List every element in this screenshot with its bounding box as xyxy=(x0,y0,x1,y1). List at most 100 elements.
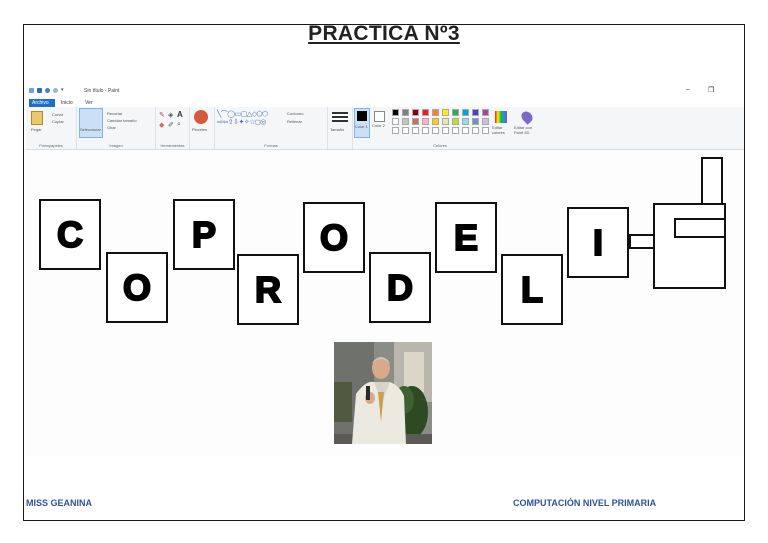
size-icon[interactable] xyxy=(332,112,348,122)
edit-colors-button[interactable]: Editar colores xyxy=(492,109,512,139)
color2-button[interactable]: Color 2 xyxy=(372,108,386,138)
letter-p: P xyxy=(191,213,217,255)
color-swatch[interactable] xyxy=(442,109,449,116)
letter-box-d: D xyxy=(369,252,431,323)
custom-color-slot[interactable] xyxy=(462,127,469,134)
magnifier-icon[interactable]: ⌕ xyxy=(177,121,181,129)
custom-color-slot[interactable] xyxy=(392,127,399,134)
minimize-icon[interactable]: – xyxy=(686,86,690,93)
letter-d: D xyxy=(386,266,414,308)
tab-archivo[interactable]: Archivo xyxy=(29,99,55,107)
title-bar: ▾ Sin título - Paint – ❐ xyxy=(26,84,744,98)
large-rect xyxy=(653,203,726,289)
brushes-group: Pinceles xyxy=(190,107,215,149)
fill-button[interactable]: Rellenar xyxy=(287,119,302,124)
brush-icon[interactable] xyxy=(194,110,208,124)
color-swatch[interactable] xyxy=(422,118,429,125)
letter-o-2: O xyxy=(319,216,349,258)
window-title: Sin título - Paint xyxy=(84,88,120,94)
paint3d-icon xyxy=(519,109,535,125)
letter-box-p: P xyxy=(173,199,235,270)
person-photo xyxy=(334,342,432,444)
custom-color-slot[interactable] xyxy=(472,127,479,134)
pencil-icon[interactable]: ✎ xyxy=(159,111,165,119)
color-picker-icon[interactable]: ✐ xyxy=(168,121,174,129)
footer-course: COMPUTACIÓN NIVEL PRIMARIA xyxy=(513,498,657,508)
select-button[interactable] xyxy=(79,108,103,138)
restore-icon[interactable]: ❐ xyxy=(708,86,714,94)
menu-bar: Archivo Inicio Ver xyxy=(26,98,744,107)
color1-button[interactable]: Color 1 xyxy=(354,108,370,138)
colors-group: Colores xyxy=(388,107,492,149)
letter-o: O xyxy=(122,266,152,308)
color-swatch[interactable] xyxy=(402,118,409,125)
inner-rect xyxy=(674,218,726,238)
text-icon[interactable]: A xyxy=(177,110,183,119)
shapes-label: Formas xyxy=(264,143,278,148)
cut-button[interactable]: Cortar xyxy=(52,112,63,117)
color-swatch[interactable] xyxy=(432,109,439,116)
custom-color-slot[interactable] xyxy=(402,127,409,134)
custom-color-slot[interactable] xyxy=(452,127,459,134)
color1-label: Color 1 xyxy=(355,124,368,129)
custom-color-slot[interactable] xyxy=(412,127,419,134)
color-swatch[interactable] xyxy=(452,118,459,125)
select-label: Seleccionar xyxy=(80,127,101,132)
letter-box-i: I xyxy=(567,207,629,278)
crop-button[interactable]: Recortar xyxy=(107,111,122,116)
color-swatch[interactable] xyxy=(412,109,419,116)
color-swatch[interactable] xyxy=(452,109,459,116)
custom-color-slot[interactable] xyxy=(482,127,489,134)
color-swatch[interactable] xyxy=(482,109,489,116)
paste-button[interactable]: Pegar xyxy=(31,127,42,132)
paint3d-button[interactable]: Editar con Paint 3D xyxy=(514,109,540,139)
edit-colors-icon xyxy=(495,111,507,123)
tools-label: Herramientas xyxy=(160,143,185,148)
color-swatch[interactable] xyxy=(462,118,469,125)
rotate-button[interactable]: Girar xyxy=(107,125,116,130)
undo-icon[interactable] xyxy=(45,87,50,93)
brushes-button[interactable]: Pinceles xyxy=(192,127,207,132)
letter-c: C xyxy=(56,213,84,255)
color-swatch[interactable] xyxy=(472,118,479,125)
color-swatch[interactable] xyxy=(472,109,479,116)
letter-box-o1: O xyxy=(106,252,168,323)
letter-l: L xyxy=(520,268,544,310)
letter-r: R xyxy=(254,268,282,310)
size-group: Tamaño xyxy=(328,107,353,149)
save-icon[interactable] xyxy=(37,87,42,93)
quick-access-toolbar: ▾ xyxy=(29,87,64,93)
redo-icon[interactable] xyxy=(53,87,58,93)
tab-ver[interactable]: Ver xyxy=(82,99,96,107)
letter-i: I xyxy=(592,221,604,263)
paint-app-icon xyxy=(29,87,34,93)
fill-icon[interactable]: ◈ xyxy=(168,111,173,119)
color-swatch[interactable] xyxy=(392,109,399,116)
color-swatch[interactable] xyxy=(422,109,429,116)
size-button[interactable]: Tamaño xyxy=(330,127,344,132)
color-swatch[interactable] xyxy=(412,118,419,125)
person-photo-graphic xyxy=(334,342,432,444)
outline-button[interactable]: Contorno xyxy=(287,111,303,116)
custom-color-slot[interactable] xyxy=(422,127,429,134)
copy-button[interactable]: Copiar xyxy=(52,119,64,124)
letter-box-r: R xyxy=(237,254,299,325)
color-swatch[interactable] xyxy=(482,118,489,125)
color-swatch[interactable] xyxy=(462,109,469,116)
resize-button[interactable]: Cambiar tamaño xyxy=(107,118,137,123)
footer-teacher: MISS GEANINA xyxy=(26,498,93,508)
custom-color-slot[interactable] xyxy=(442,127,449,134)
tab-inicio[interactable]: Inicio xyxy=(58,99,76,107)
color-swatch[interactable] xyxy=(442,118,449,125)
page-title: PRACTICA Nº3 xyxy=(308,22,460,45)
color1-swatch xyxy=(357,111,367,121)
color-swatch[interactable] xyxy=(402,109,409,116)
eraser-icon[interactable]: ◆ xyxy=(159,121,164,129)
customize-toolbar-icon[interactable]: ▾ xyxy=(61,87,64,93)
color-swatch[interactable] xyxy=(392,118,399,125)
color-swatch[interactable] xyxy=(432,118,439,125)
shapes-gallery-row2[interactable]: ⇨⇦⇧⇩✦✧☆◻◎ xyxy=(217,118,266,126)
custom-color-slot[interactable] xyxy=(432,127,439,134)
letter-box-c: C xyxy=(39,199,101,270)
paste-icon[interactable] xyxy=(31,111,43,125)
